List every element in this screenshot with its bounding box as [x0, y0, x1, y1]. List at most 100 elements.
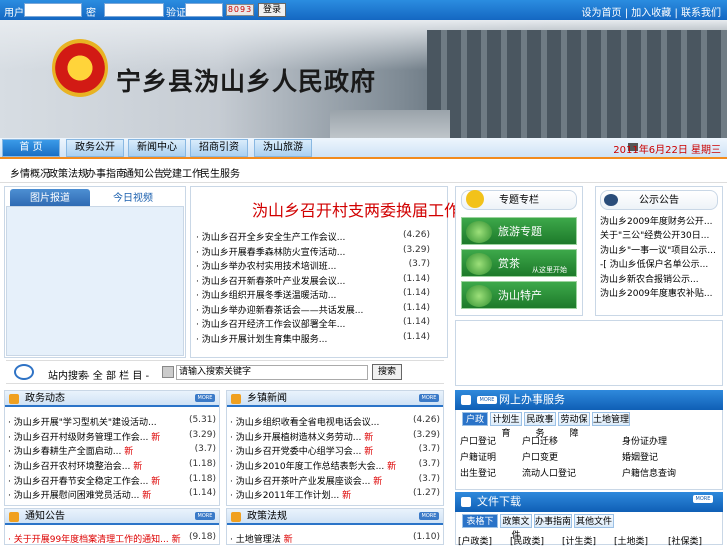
more-button[interactable]: MORE — [195, 394, 215, 402]
list-item[interactable]: · 沩山乡召开春节安全稳定工作会... 新 (1.18) — [8, 474, 216, 488]
notice-item[interactable]: 沩山乡2009年度财务公开... — [600, 214, 713, 227]
chevron-down-icon[interactable] — [162, 366, 174, 378]
notice-item[interactable]: 沩山乡"一事一议"项目公示... — [600, 243, 716, 256]
service-link[interactable]: 户籍证明 — [460, 450, 496, 463]
service-link[interactable]: 户籍信息查询 — [622, 466, 676, 479]
headline-news[interactable]: 沩山乡召开村支两委换届工作... — [252, 197, 475, 221]
nav-tab-home[interactable]: 首 页 — [2, 139, 60, 157]
tab-forms[interactable]: 表格下载 — [462, 514, 498, 541]
service-link[interactable]: 婚姻登记 — [622, 450, 658, 463]
username-input[interactable] — [24, 3, 82, 17]
tab-huzheng[interactable]: 户政 — [462, 412, 488, 426]
current-date: 2011年6月22日 星期三 — [613, 145, 721, 156]
news-row[interactable]: · 沩山乡举办农村实用技术培训班... (3.7) — [196, 259, 444, 273]
new-badge: 新 — [151, 477, 161, 487]
list-item[interactable]: · 沩山乡2011年工作计划... 新 (1.27) — [230, 488, 440, 502]
pencil-icon — [231, 394, 241, 404]
tab-civil-affairs[interactable]: 民政事务 — [524, 412, 556, 439]
subnav-item-3[interactable]: 办事指南 — [86, 165, 126, 180]
search-button[interactable]: 搜索 — [372, 364, 402, 380]
tab-guides[interactable]: 办事指南 — [534, 514, 572, 528]
header-banner: 宁乡县沩山乡人民政府 — [0, 20, 727, 138]
list-item[interactable]: · 沩山乡2010年度工作总结表彰大会... 新 (3.7) — [230, 459, 440, 473]
service-link[interactable]: 身份证办理 — [622, 434, 667, 447]
list-item[interactable]: · 沩山乡召开党委中心组学习会... 新 (3.7) — [230, 444, 440, 458]
pencil-icon — [231, 512, 241, 522]
notice-item[interactable]: 沩山乡新农合报销公示... — [600, 272, 699, 285]
search-icon — [14, 364, 34, 380]
tab-policy-files[interactable]: 政策文件 — [500, 514, 532, 541]
subnav-item-5[interactable]: 党建工作 — [162, 165, 202, 180]
list-item[interactable]: · 沩山乡春耕生产全面启动... 新 (3.7) — [8, 444, 216, 458]
news-row[interactable]: · 沩山乡召开经济工作会议部署全年... (1.14) — [196, 317, 444, 331]
tab-land[interactable]: 土地管理 — [592, 412, 630, 426]
captcha-input[interactable] — [185, 3, 223, 17]
search-input[interactable]: 请输入搜索关键字 — [176, 365, 368, 380]
list-item[interactable]: · 沩山乡开展慰问困难党员活动... 新 (1.14) — [8, 488, 216, 502]
new-badge: 新 — [364, 447, 374, 457]
tab-labor[interactable]: 劳动保障 — [558, 412, 590, 439]
list-item[interactable]: · 沩山乡组织收看全省电视电话会议... (4.26) — [230, 415, 440, 429]
search-type: 站内搜索 — [48, 371, 88, 382]
tab-other-files[interactable]: 其他文件 — [574, 514, 614, 528]
specialty-button[interactable]: 沩山特产 — [461, 281, 577, 309]
new-badge: 新 — [364, 433, 374, 443]
add-favorite-link[interactable]: 加入收藏 — [631, 8, 671, 19]
tab-family-planning[interactable]: 计划生育 — [490, 412, 522, 439]
contact-link[interactable]: 联系我们 — [681, 8, 721, 19]
search-scope-select[interactable]: - 全 部 栏 目 - — [86, 367, 149, 382]
password-input[interactable] — [104, 3, 164, 17]
list-item[interactable]: · 沩山乡开展"学习型机关"建设活动... (5.31) — [8, 415, 216, 429]
service-link[interactable]: 户口迁移 — [522, 434, 558, 447]
news-row[interactable]: · 沩山乡召开全乡安全生产工作会议... (4.26) — [196, 230, 444, 244]
list-item[interactable]: · 土地管理法 新 (1.10) — [230, 532, 440, 546]
news-row[interactable]: · 沩山乡开展计划生育集中服务... (1.14) — [196, 332, 444, 346]
pencil-icon — [461, 395, 471, 405]
nav-tab-gov-affairs[interactable]: 政务公开 — [66, 139, 124, 157]
more-button[interactable]: MORE — [693, 495, 713, 503]
list-item[interactable]: · 沩山乡开展植树造林义务劳动... 新 (3.29) — [230, 430, 440, 444]
service-link[interactable]: 户口变更 — [522, 450, 558, 463]
more-button[interactable]: MORE — [195, 512, 215, 520]
list-item[interactable]: · 沩山乡召开茶叶产业发展座谈会... 新 (3.7) — [230, 474, 440, 488]
login-button[interactable]: 登录 — [258, 3, 286, 17]
subnav-item-4[interactable]: 通知公告 — [124, 165, 164, 180]
nav-tab-tourism[interactable]: 沩山旅游 — [254, 139, 312, 157]
download-link[interactable]: [计生类] — [562, 534, 596, 547]
tourism-special-button[interactable]: 旅游专题 — [461, 217, 577, 245]
notice-item[interactable]: 关于"三公"经费公开30日... — [600, 228, 709, 241]
pencil-icon — [9, 394, 19, 404]
nav-tab-investment[interactable]: 招商引资 — [190, 139, 248, 157]
download-link[interactable]: [社保类] — [668, 534, 702, 547]
service-link[interactable]: 出生登记 — [460, 466, 496, 479]
news-row[interactable]: · 沩山乡召开新春茶叶产业发展会议... (1.14) — [196, 274, 444, 288]
smile-icon — [466, 190, 484, 208]
more-button[interactable]: MORE — [419, 394, 439, 402]
more-button[interactable]: MORE — [419, 512, 439, 520]
list-item[interactable]: · 沩山乡召开农村环境整治会... 新 (1.18) — [8, 459, 216, 473]
download-link[interactable]: [民政类] — [510, 534, 544, 547]
subnav-item-1[interactable]: 乡情概况 — [10, 165, 50, 180]
service-link[interactable]: 流动人口登记 — [522, 466, 576, 479]
photo-slideshow[interactable] — [6, 206, 184, 356]
captcha-image[interactable]: 8093 — [226, 4, 254, 16]
news-row[interactable]: · 沩山乡开展春季森林防火宣传活动... (3.29) — [196, 245, 444, 259]
more-button[interactable]: MORE — [477, 396, 497, 404]
news-row[interactable]: · 沩山乡举办迎新春茶话会——共话发展... (1.14) — [196, 303, 444, 317]
list-item[interactable]: · 关于开展99年度档案清理工作的通知... 新 (9.18) — [8, 532, 216, 546]
notice-item[interactable]: -[ 沩山乡低保户名单公示... — [600, 257, 708, 270]
notice-item[interactable]: 沩山乡2009年度惠农补贴... — [600, 286, 713, 299]
leaf-icon — [466, 221, 492, 243]
new-badge: 新 — [283, 535, 293, 545]
subnav-item-6[interactable]: 民生服务 — [200, 165, 240, 180]
set-homepage-link[interactable]: 设为首页 — [582, 8, 622, 19]
tea-button[interactable]: 赏茶 从这里开始 — [461, 249, 577, 277]
news-row[interactable]: · 沩山乡组织开展冬季送温暖活动... (1.14) — [196, 288, 444, 302]
service-link[interactable]: 户口登记 — [460, 434, 496, 447]
download-link[interactable]: [户政类] — [458, 534, 492, 547]
subnav-item-2[interactable]: 政策法规 — [48, 165, 88, 180]
file-download-header: 文件下载 MORE — [455, 492, 723, 512]
list-item[interactable]: · 沩山乡召开村级财务管理工作会... 新 (3.29) — [8, 430, 216, 444]
download-link[interactable]: [土地类] — [614, 534, 648, 547]
nav-tab-news[interactable]: 新闻中心 — [128, 139, 186, 157]
